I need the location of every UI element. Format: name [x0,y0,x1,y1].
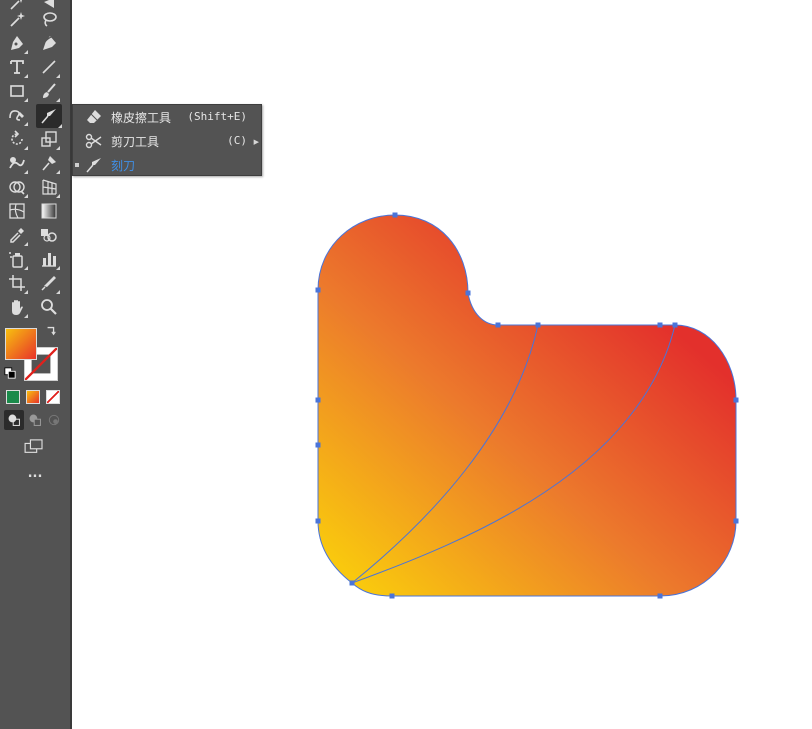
anchor-point[interactable] [657,593,663,599]
canvas-artwork [315,212,739,599]
anchor-point[interactable] [392,212,398,218]
anchor-point[interactable] [315,442,321,448]
anchor-point[interactable] [733,397,739,403]
anchor-point[interactable] [672,322,678,328]
anchor-point[interactable] [495,322,501,328]
anchor-point[interactable] [465,290,471,296]
anchor-point[interactable] [315,397,321,403]
anchor-point[interactable] [657,322,663,328]
anchor-point[interactable] [733,518,739,524]
gradient-shape[interactable] [318,215,736,596]
anchor-point[interactable] [349,580,355,586]
anchor-point[interactable] [315,287,321,293]
anchor-point[interactable] [389,593,395,599]
anchor-point[interactable] [535,322,541,328]
anchor-point[interactable] [315,518,321,524]
